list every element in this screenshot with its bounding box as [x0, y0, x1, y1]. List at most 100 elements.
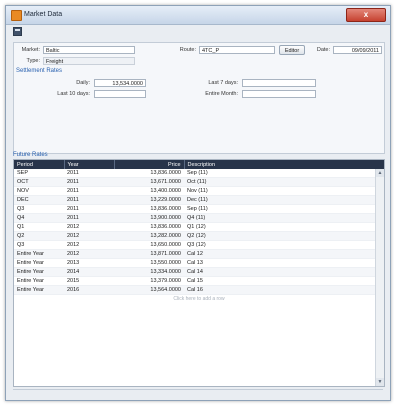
status-bar	[13, 389, 383, 398]
cell-year[interactable]: 2011	[64, 195, 114, 205]
cell-period[interactable]: Entire Year	[14, 285, 64, 295]
cell-price[interactable]: 13,334.0000	[114, 267, 184, 277]
market-label: Market:	[21, 47, 40, 53]
market-field[interactable]: Baltic	[43, 46, 135, 54]
cell-price[interactable]: 13,836.0000	[114, 169, 184, 178]
entire-month-label: Entire Month:	[205, 91, 238, 97]
cell-description[interactable]: Cal 16	[184, 285, 384, 295]
cell-period[interactable]: Q3	[14, 204, 64, 214]
cell-price[interactable]: 13,650.0000	[114, 240, 184, 250]
cell-description[interactable]: Sep (11)	[184, 204, 384, 214]
cell-period[interactable]: Q1	[14, 222, 64, 232]
cell-description[interactable]: Q4 (11)	[184, 213, 384, 223]
cell-period[interactable]: Q2	[14, 231, 64, 241]
cell-price[interactable]: 13,671.0000	[114, 177, 184, 187]
table-row[interactable]: Q2 2012 13,282.0000 Q2 (12)	[14, 231, 384, 241]
scroll-up-icon[interactable]: ▲	[376, 169, 384, 177]
cell-period[interactable]: NOV	[14, 186, 64, 196]
cell-period[interactable]: Q3	[14, 240, 64, 250]
save-icon[interactable]	[13, 27, 22, 36]
cell-period[interactable]: Q4	[14, 213, 64, 223]
cell-price[interactable]: 13,379.0000	[114, 276, 184, 286]
table-row[interactable]: NOV 2011 13,400.0000 Nov (11)	[14, 186, 384, 196]
column-header-description[interactable]: Description	[184, 160, 384, 169]
title-bar[interactable]: Market Data x	[6, 6, 390, 25]
cell-period[interactable]: Entire Year	[14, 249, 64, 259]
cell-description[interactable]: Cal 15	[184, 276, 384, 286]
cell-description[interactable]: Cal 13	[184, 258, 384, 268]
cell-year[interactable]: 2012	[64, 249, 114, 259]
cell-price[interactable]: 13,550.0000	[114, 258, 184, 268]
cell-description[interactable]: Dec (11)	[184, 195, 384, 205]
table-row[interactable]: OCT 2011 13,671.0000 Oct (11)	[14, 177, 384, 187]
table-row[interactable]: Entire Year 2012 13,871.0000 Cal 12	[14, 249, 384, 259]
last-7-days-field[interactable]	[242, 79, 316, 87]
cell-description[interactable]: Nov (11)	[184, 186, 384, 196]
column-header-price[interactable]: Price	[114, 160, 185, 169]
window-title: Market Data	[24, 11, 63, 18]
table-row[interactable]: DEC 2011 13,229.0000 Dec (11)	[14, 195, 384, 205]
vertical-scrollbar[interactable]: ▲ ▼	[375, 169, 384, 386]
cell-period[interactable]: Entire Year	[14, 276, 64, 286]
cell-description[interactable]: Q3 (12)	[184, 240, 384, 250]
cell-period[interactable]: Entire Year	[14, 258, 64, 268]
table-header-row: Period Year Price Description	[14, 160, 384, 169]
table-row[interactable]: Entire Year 2014 13,334.0000 Cal 14	[14, 267, 384, 277]
add-row-link[interactable]: Click here to add a row	[14, 295, 384, 302]
cell-year[interactable]: 2011	[64, 213, 114, 223]
date-label: Date:	[316, 47, 330, 53]
column-header-period[interactable]: Period	[14, 160, 65, 169]
table-row[interactable]: Entire Year 2016 13,564.0000 Cal 16	[14, 285, 384, 295]
column-header-year[interactable]: Year	[64, 160, 115, 169]
cell-year[interactable]: 2011	[64, 177, 114, 187]
cell-price[interactable]: 13,282.0000	[114, 231, 184, 241]
cell-year[interactable]: 2011	[64, 204, 114, 214]
cell-year[interactable]: 2011	[64, 169, 114, 178]
entire-month-field[interactable]	[242, 90, 316, 98]
daily-field[interactable]: 13,534.0000	[94, 79, 146, 87]
daily-label: Daily:	[76, 80, 90, 86]
cell-description[interactable]: Cal 12	[184, 249, 384, 259]
cell-year[interactable]: 2016	[64, 285, 114, 295]
close-button[interactable]: x	[346, 8, 386, 22]
table-row[interactable]: Entire Year 2015 13,379.0000 Cal 15	[14, 276, 384, 286]
cell-year[interactable]: 2013	[64, 258, 114, 268]
cell-price[interactable]: 13,400.0000	[114, 186, 184, 196]
scroll-down-icon[interactable]: ▼	[376, 378, 384, 386]
cell-price[interactable]: 13,900.0000	[114, 213, 184, 223]
table-row[interactable]: Q1 2012 13,836.0000 Q1 (12)	[14, 222, 384, 232]
last-10-days-field[interactable]	[94, 90, 146, 98]
cell-description[interactable]: Sep (11)	[184, 169, 384, 178]
table-row[interactable]: Entire Year 2013 13,550.0000 Cal 13	[14, 258, 384, 268]
cell-period[interactable]: OCT	[14, 177, 64, 187]
cell-price[interactable]: 13,564.0000	[114, 285, 184, 295]
cell-description[interactable]: Cal 14	[184, 267, 384, 277]
cell-year[interactable]: 2011	[64, 186, 114, 196]
date-field[interactable]: 09/09/2011	[333, 46, 382, 54]
table-row[interactable]: Q3 2011 13,836.0000 Sep (11)	[14, 204, 384, 214]
settlement-rates-heading: Settlement Rates	[16, 68, 63, 74]
cell-description[interactable]: Q1 (12)	[184, 222, 384, 232]
table-row[interactable]: Q4 2011 13,900.0000 Q4 (11)	[14, 213, 384, 223]
cell-year[interactable]: 2014	[64, 267, 114, 277]
market-form: Market: Baltic Type: Freight Route: 4TC_…	[13, 42, 385, 154]
cell-price[interactable]: 13,871.0000	[114, 249, 184, 259]
cell-description[interactable]: Q2 (12)	[184, 231, 384, 241]
type-field: Freight	[43, 57, 135, 65]
cell-price[interactable]: 13,836.0000	[114, 204, 184, 214]
cell-description[interactable]: Oct (11)	[184, 177, 384, 187]
toolbar	[6, 25, 390, 38]
table-row[interactable]: SEP 2011 13,836.0000 Sep (11)	[14, 169, 384, 178]
cell-year[interactable]: 2012	[64, 231, 114, 241]
cell-price[interactable]: 13,836.0000	[114, 222, 184, 232]
cell-price[interactable]: 13,229.0000	[114, 195, 184, 205]
cell-period[interactable]: Entire Year	[14, 267, 64, 277]
route-field[interactable]: 4TC_P	[199, 46, 275, 54]
cell-year[interactable]: 2015	[64, 276, 114, 286]
cell-period[interactable]: DEC	[14, 195, 64, 205]
table-row[interactable]: Q3 2012 13,650.0000 Q3 (12)	[14, 240, 384, 250]
cell-year[interactable]: 2012	[64, 222, 114, 232]
cell-period[interactable]: SEP	[14, 169, 64, 178]
cell-year[interactable]: 2012	[64, 240, 114, 250]
editor-button[interactable]: Editor	[279, 45, 305, 55]
